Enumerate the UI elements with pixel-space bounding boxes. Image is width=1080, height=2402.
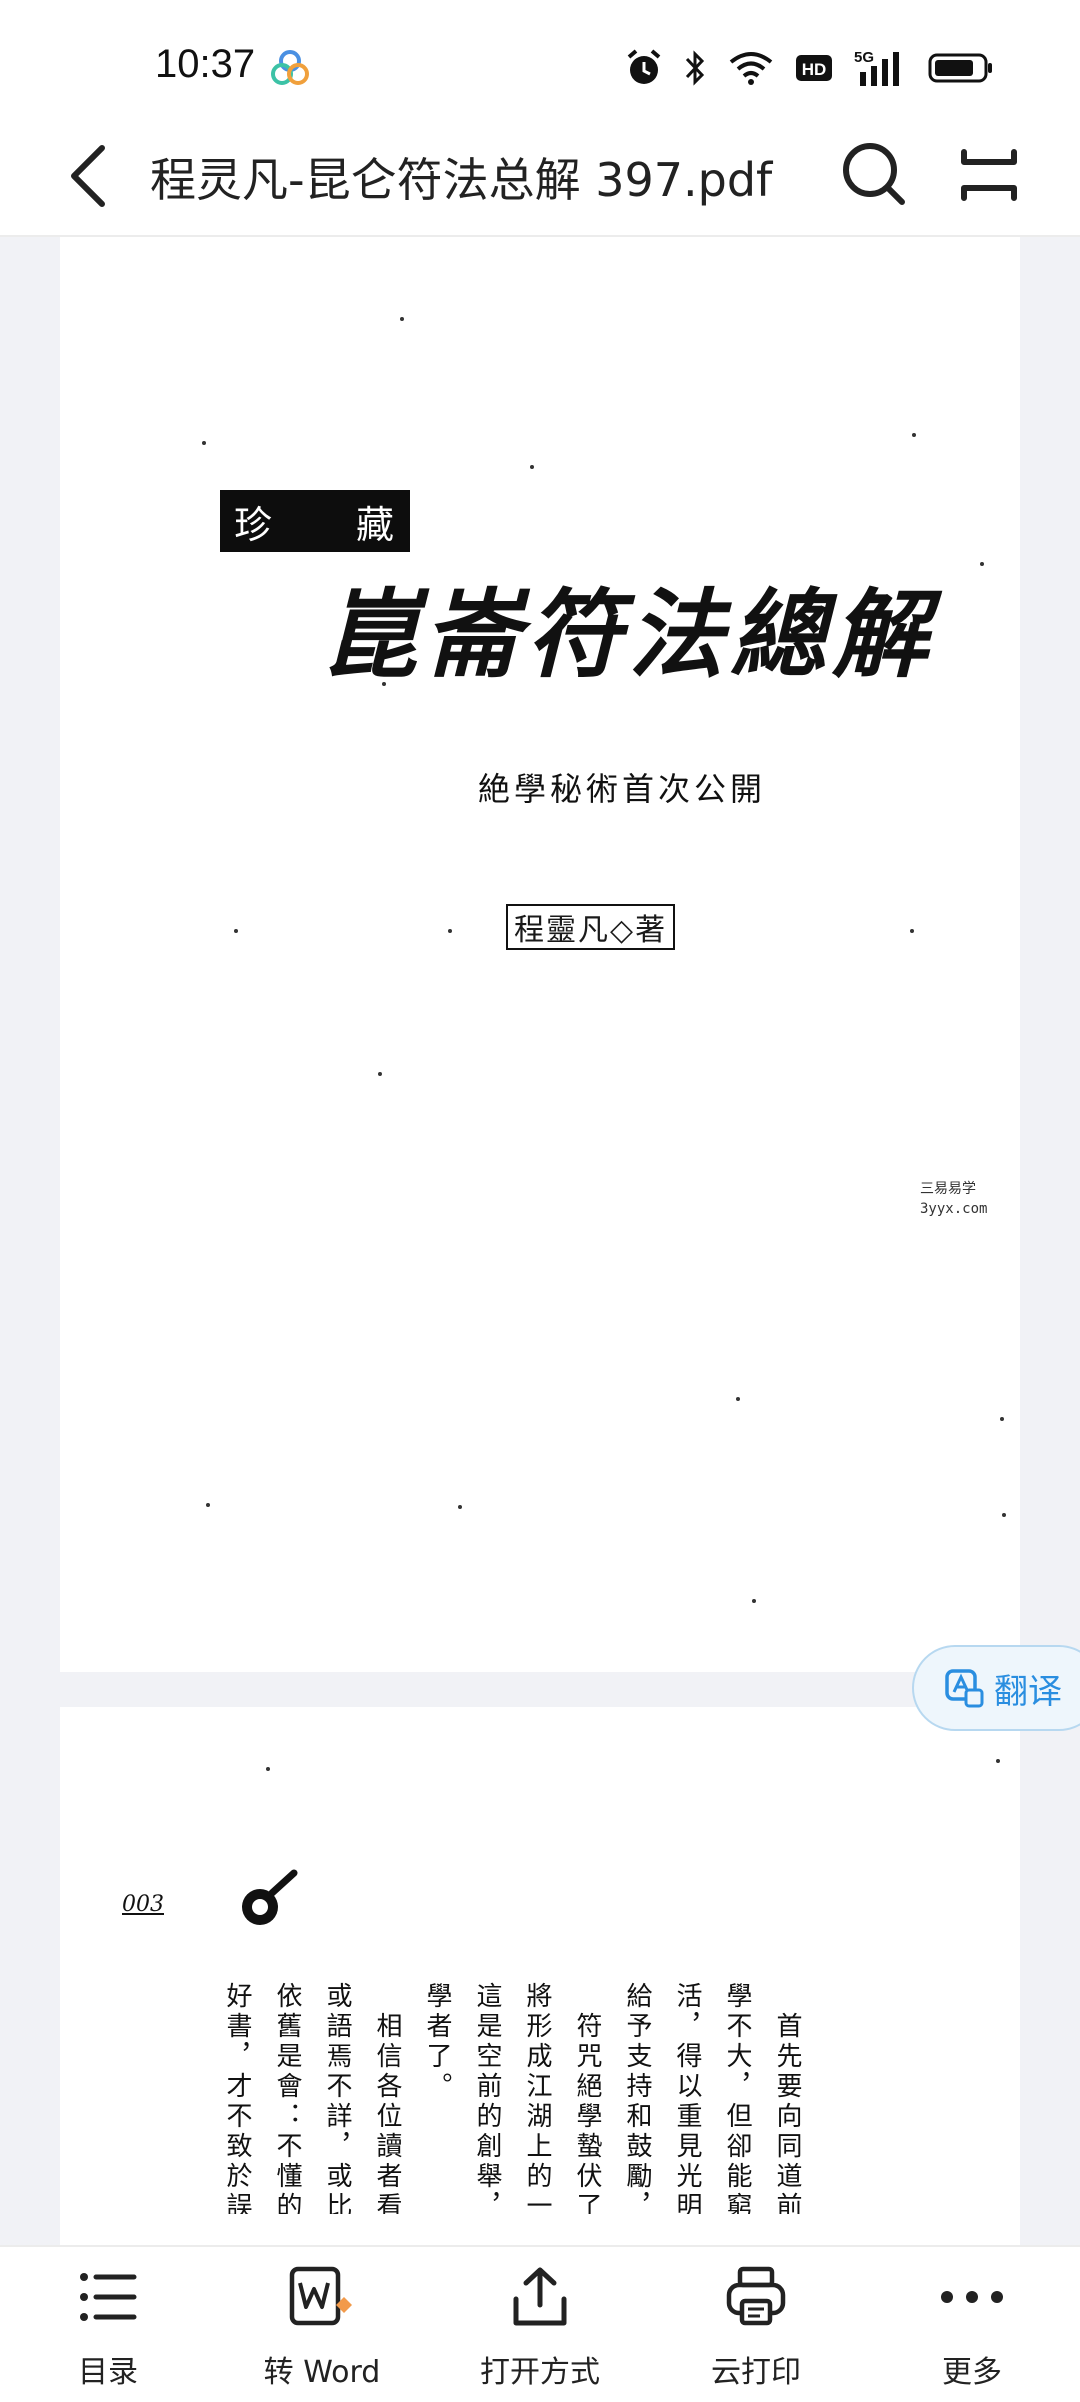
scan-speck — [458, 1505, 462, 1509]
5g-signal-icon: 5G — [854, 49, 899, 86]
scan-speck — [530, 465, 534, 469]
scan-speck — [1002, 1513, 1006, 1517]
translate-icon — [945, 1669, 984, 1708]
status-icons: HD 5G — [626, 46, 994, 90]
page-number: 003 — [122, 1892, 164, 1917]
svg-text:HD: HD — [802, 60, 827, 79]
watermark-line-2: 3yyx.com — [920, 1201, 988, 1217]
scan-speck — [234, 929, 238, 933]
scan-speck — [266, 1767, 270, 1771]
text-column: 相信各位讀者看了 — [372, 2012, 402, 2214]
toolbar-label: 目录 — [78, 2355, 138, 2390]
bluetooth-icon — [685, 50, 705, 86]
translate-button[interactable]: 翻译 — [912, 1645, 1080, 1731]
text-column: 好書，才不致於誤入歧 — [222, 1982, 252, 2214]
wifi-icon — [729, 52, 773, 85]
book-subtitle: 絶學秘術首次公開 — [478, 770, 767, 808]
text-column: 這是空前的創舉，此一 — [472, 1982, 502, 2214]
stamp-left-char: 珍 — [234, 502, 275, 547]
brush-ornament-icon — [242, 1869, 298, 1925]
author-box: 程靈凡◇著 — [506, 904, 676, 950]
scan-speck — [378, 1072, 382, 1076]
toolbar-label: 云打印 — [711, 2355, 801, 2390]
scan-speck — [980, 562, 984, 566]
word-convert-icon — [289, 2266, 352, 2326]
toolbar-label: 打开方式 — [480, 2355, 600, 2390]
scan-speck — [202, 441, 206, 445]
text-column: 符咒絕學蟄伏了幾 — [572, 2012, 602, 2214]
text-column: 學者了。 — [422, 1982, 452, 2102]
top-bar: 程灵凡-昆仑符法总解 397.pdf — [0, 100, 1080, 237]
text-column: 給予支持和鼓勵，本人 — [622, 1982, 652, 2214]
alarm-icon — [627, 49, 661, 84]
scan-speck — [736, 1397, 740, 1401]
watermark-line-1: 三易易学 — [920, 1181, 976, 1197]
scan-speck — [400, 317, 404, 321]
scan-speck — [448, 929, 452, 933]
toolbar-item-toc[interactable]: 目录 — [8, 2265, 208, 2395]
search-icon[interactable] — [838, 138, 910, 210]
share-icon — [513, 2267, 567, 2326]
toolbar-item-cloud-print[interactable]: 云打印 — [656, 2265, 856, 2395]
bottom-toolbar: 目录 转 Word 打开方式 云打印 更多 — [0, 2245, 1080, 2402]
scan-speck — [912, 433, 916, 437]
translate-label: 翻译 — [994, 1671, 1062, 1712]
pdf-page-cover: 珍 藏 崑崙符法總解 絶學秘術首次公開 程靈凡◇著 三易易学 3yyx.com — [60, 237, 1020, 1672]
text-column: 依舊是會：不懂的人看 — [272, 1982, 302, 2214]
hd-icon: HD — [796, 55, 832, 81]
toolbar-label: 转 Word — [263, 2355, 381, 2390]
scan-speck — [752, 1599, 756, 1603]
text-column: 首先要向同道前先 — [772, 2012, 802, 2214]
toolbar-item-open-with[interactable]: 打开方式 — [440, 2265, 640, 2395]
more-dots-icon — [941, 2291, 1003, 2303]
text-column: 學不大，但卻能窮惡無 — [722, 1982, 752, 2214]
cloud-rings-icon — [271, 50, 309, 85]
pdf-viewer[interactable]: 珍 藏 崑崙符法總解 絶學秘術首次公開 程靈凡◇著 三易易学 3yyx.com … — [0, 237, 1080, 2245]
toolbar-item-more[interactable]: 更多 — [872, 2265, 1072, 2395]
menu-icon[interactable] — [958, 144, 1020, 206]
battery-icon — [928, 53, 992, 83]
site-watermark: 三易易学 3yyx.com — [920, 1179, 987, 1219]
list-icon — [80, 2273, 137, 2321]
toolbar-item-to-word[interactable]: 转 Word — [222, 2265, 422, 2395]
svg-text:5G: 5G — [854, 49, 874, 66]
text-column: 或語焉不詳，或比較簡 — [322, 1982, 352, 2214]
text-column: 將形成江湖上的一種秘 — [522, 1982, 552, 2214]
collection-stamp: 珍 藏 — [220, 490, 410, 552]
chevron-left-icon[interactable] — [62, 142, 114, 210]
book-title: 崑崙符法總解 — [322, 578, 934, 691]
scan-speck — [910, 929, 914, 933]
scan-speck — [1000, 1417, 1004, 1421]
text-column: 活，得以重見光明。筆 — [672, 1982, 702, 2214]
scan-speck — [996, 1759, 1000, 1763]
printer-icon — [726, 2266, 786, 2326]
toolbar-label: 更多 — [942, 2355, 1002, 2390]
document-title: 程灵凡-昆仑符法总解 397.pdf — [150, 153, 773, 207]
status-time: 10:37 — [155, 42, 256, 86]
scan-speck — [206, 1503, 210, 1507]
stamp-right-char: 藏 — [355, 502, 396, 547]
